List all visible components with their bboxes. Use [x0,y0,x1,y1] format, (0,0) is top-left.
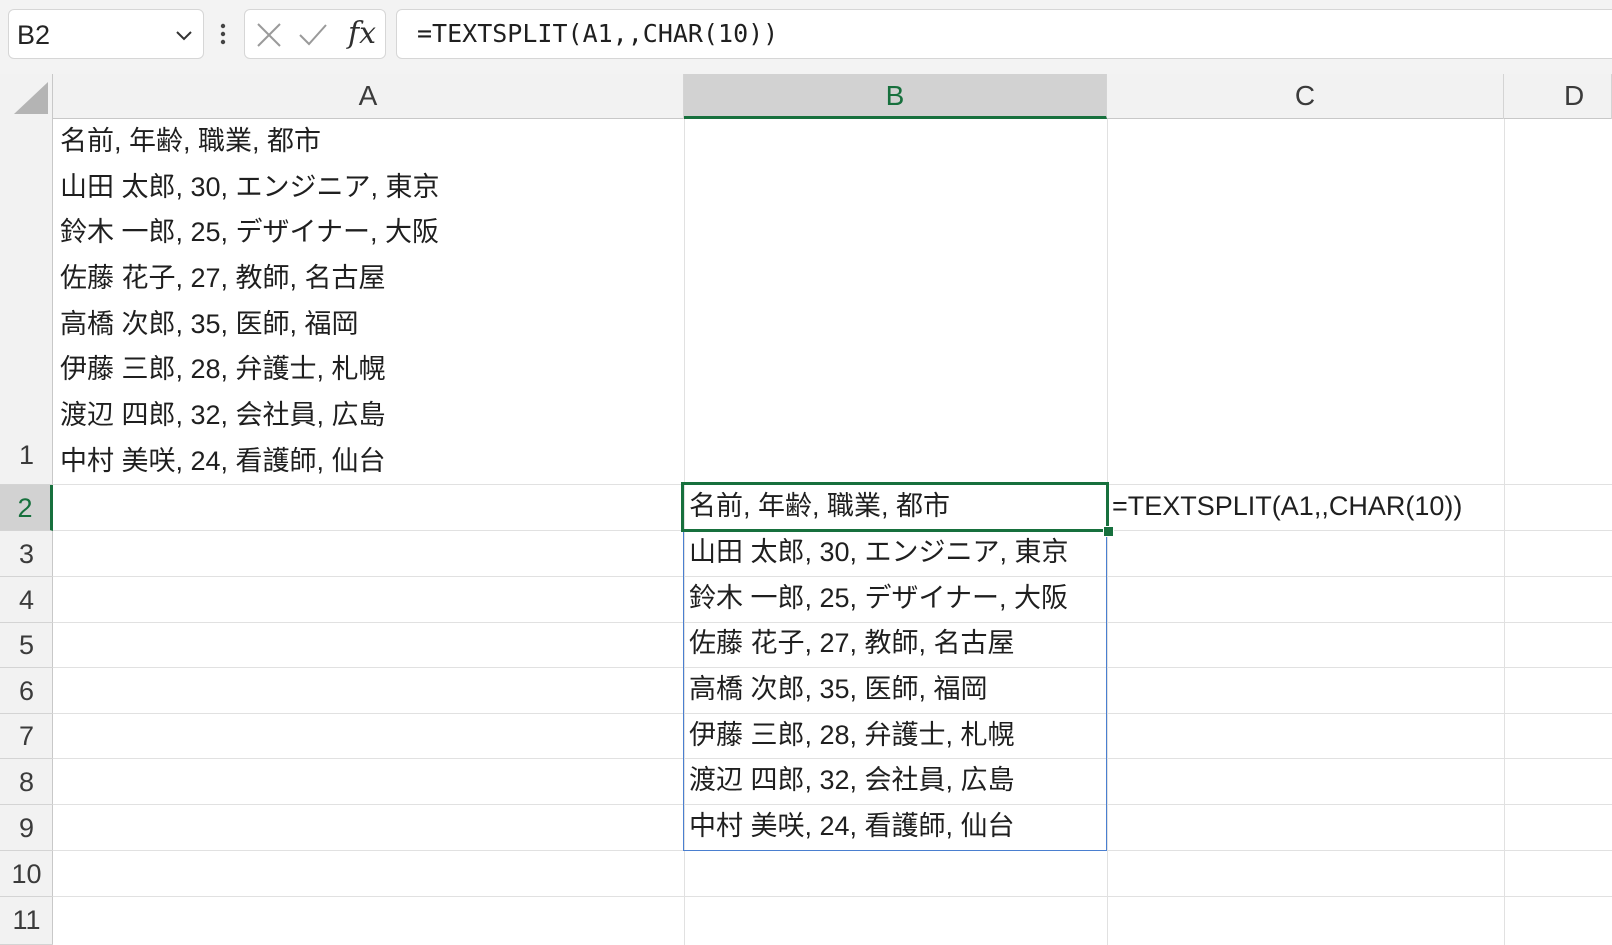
select-all-button[interactable] [0,74,53,119]
cell-a1-line: 鈴木 一郎, 25, デザイナー, 大阪 [60,217,440,248]
cell-a1-line: 佐藤 花子, 27, 教師, 名古屋 [60,263,386,294]
cell-a1-line: 伊藤 三郎, 28, 弁護士, 札幌 [60,354,386,385]
cell-b9[interactable]: 中村 美咲, 24, 看護師, 仙台 [689,804,1015,850]
formula-bar: B2 fx =TEXTSPLIT(A1,,CHAR(10)) [0,0,1612,74]
cell-b8[interactable]: 渡辺 四郎, 32, 会社員, 広島 [689,758,1015,804]
cancel-icon[interactable] [253,20,285,50]
row-header-8[interactable]: 8 [0,759,53,805]
cell-c2[interactable]: =TEXTSPLIT(A1,,CHAR(10)) [1112,484,1462,530]
row-header-7[interactable]: 7 [0,714,53,759]
row-header-1[interactable]: 1 [0,119,53,485]
row-header-9[interactable]: 9 [0,805,53,851]
formula-input[interactable]: =TEXTSPLIT(A1,,CHAR(10)) [396,9,1612,59]
enter-icon[interactable] [297,20,329,50]
more-options-icon[interactable] [216,18,230,50]
cell-b5[interactable]: 佐藤 花子, 27, 教師, 名古屋 [689,621,1015,667]
column-header-d[interactable]: D [1504,74,1612,119]
name-box[interactable]: B2 [8,9,204,59]
cell-b7[interactable]: 伊藤 三郎, 28, 弁護士, 札幌 [689,713,1015,759]
column-header-a[interactable]: A [53,74,684,119]
insert-function-icon[interactable]: fx [348,16,376,51]
column-header-c[interactable]: C [1107,74,1504,119]
formula-text[interactable]: =TEXTSPLIT(A1,,CHAR(10)) [417,19,778,48]
row-header-11[interactable]: 11 [0,897,53,945]
row-header-2[interactable]: 2 [0,485,53,531]
gridline [1504,119,1505,945]
select-all-icon [14,82,48,114]
cell-a1-line: 山田 太郎, 30, エンジニア, 東京 [60,171,440,202]
cell-b4[interactable]: 鈴木 一郎, 25, デザイナー, 大阪 [689,576,1068,622]
name-box-value[interactable]: B2 [17,20,50,51]
row-header-10[interactable]: 10 [0,851,53,897]
cell-a1-line: 名前, 年齢, 職業, 都市 [60,126,322,156]
cell-a1-line: 渡辺 四郎, 32, 会社員, 広島 [60,400,386,431]
cell-a1-line: 中村 美咲, 24, 看護師, 仙台 [60,445,386,476]
cell-b6[interactable]: 高橋 次郎, 35, 医師, 福岡 [689,667,988,713]
cell-a1[interactable]: 名前, 年齢, 職業, 都市 山田 太郎, 30, エンジニア, 東京 鈴木 一… [60,119,680,485]
column-header-b[interactable]: B [684,74,1107,119]
active-cell-outline [681,482,1109,532]
cell-a1-line: 高橋 次郎, 35, 医師, 福岡 [60,308,359,339]
row-header-5[interactable]: 5 [0,623,53,668]
gridline [53,896,1612,897]
formula-buttons: fx [244,9,386,59]
cell-b3[interactable]: 山田 太郎, 30, エンジニア, 東京 [689,530,1069,576]
row-header-6[interactable]: 6 [0,668,53,714]
chevron-down-icon[interactable] [173,24,195,46]
row-header-4[interactable]: 4 [0,577,53,623]
row-header-3[interactable]: 3 [0,531,53,577]
